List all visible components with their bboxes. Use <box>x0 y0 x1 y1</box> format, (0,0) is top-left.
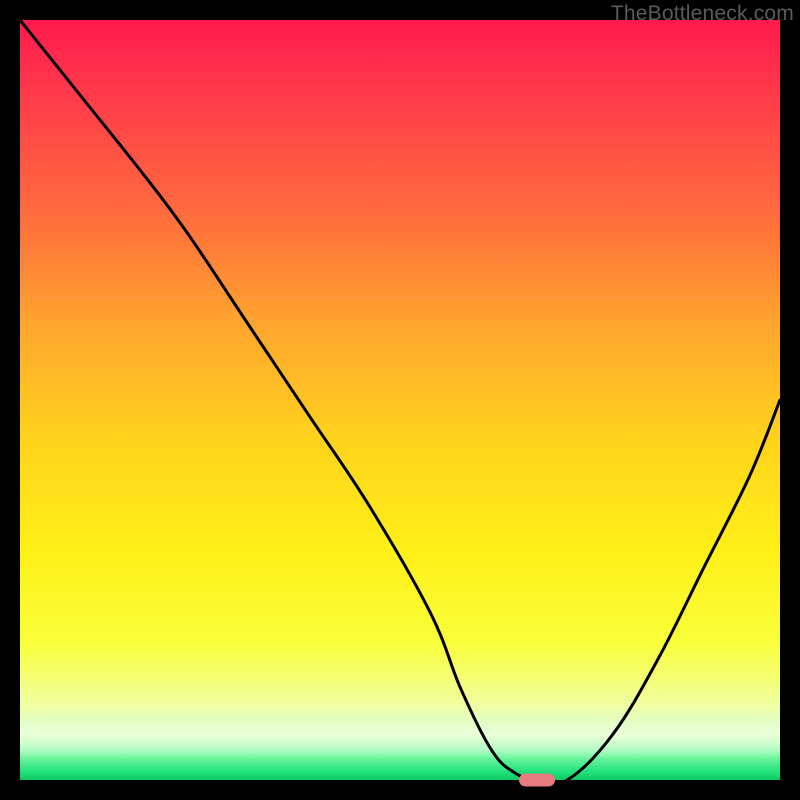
chart-frame <box>20 20 780 780</box>
chart-gradient-background <box>20 20 780 780</box>
